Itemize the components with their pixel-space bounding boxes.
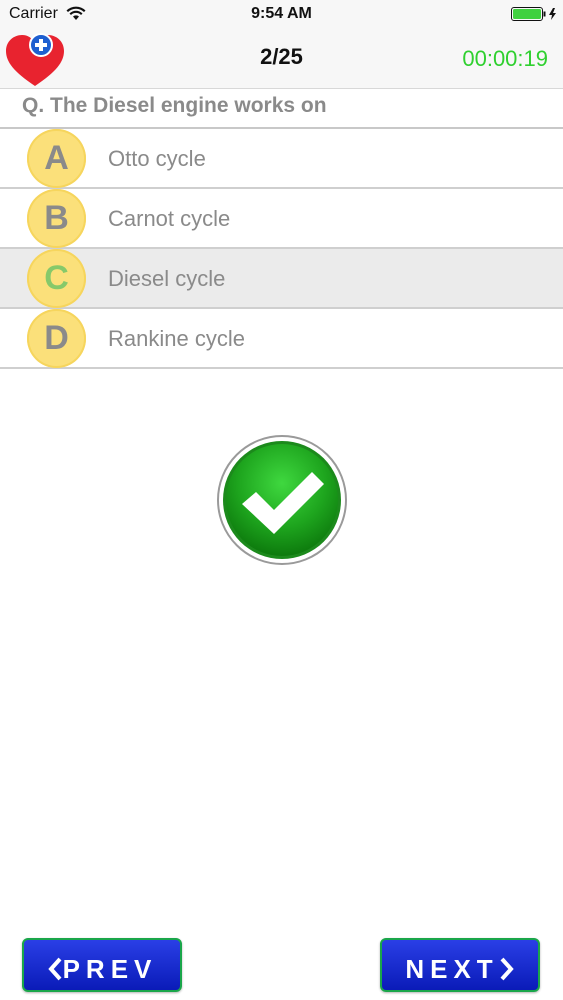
chevron-right-icon	[500, 957, 514, 981]
status-time: 9:54 AM	[251, 5, 312, 22]
quiz-timer: 00:00:19	[462, 46, 548, 71]
option-b[interactable]: B Carnot cycle	[0, 189, 563, 249]
battery-icon	[511, 7, 556, 21]
nav-bar: 2/25 00:00:19	[0, 28, 563, 89]
option-c-text: Diesel cycle	[108, 266, 226, 291]
option-a-text: Otto cycle	[108, 146, 206, 171]
option-b-text: Carnot cycle	[108, 206, 231, 231]
prev-button-label: PREV	[62, 954, 158, 985]
option-a-badge: A	[27, 129, 86, 188]
option-d[interactable]: D Rankine cycle	[0, 309, 563, 369]
status-bar: Carrier 9:54 AM	[0, 0, 563, 28]
option-d-text: Rankine cycle	[108, 326, 245, 351]
option-c[interactable]: C Diesel cycle	[0, 249, 563, 309]
question-text: Q. The Diesel engine works on	[22, 94, 327, 117]
chevron-left-icon	[47, 957, 62, 981]
option-a[interactable]: A Otto cycle	[0, 129, 563, 189]
option-c-badge: C	[27, 249, 86, 308]
option-b-badge: B	[27, 189, 86, 248]
option-d-badge: D	[27, 309, 86, 368]
answer-options: A Otto cycle B Carnot cycle C Diesel cyc…	[0, 129, 563, 369]
prev-button[interactable]: PREV	[22, 938, 182, 992]
next-button[interactable]: NEXT	[380, 938, 540, 992]
next-button-label: NEXT	[405, 954, 499, 985]
checkmark-icon	[217, 435, 347, 565]
